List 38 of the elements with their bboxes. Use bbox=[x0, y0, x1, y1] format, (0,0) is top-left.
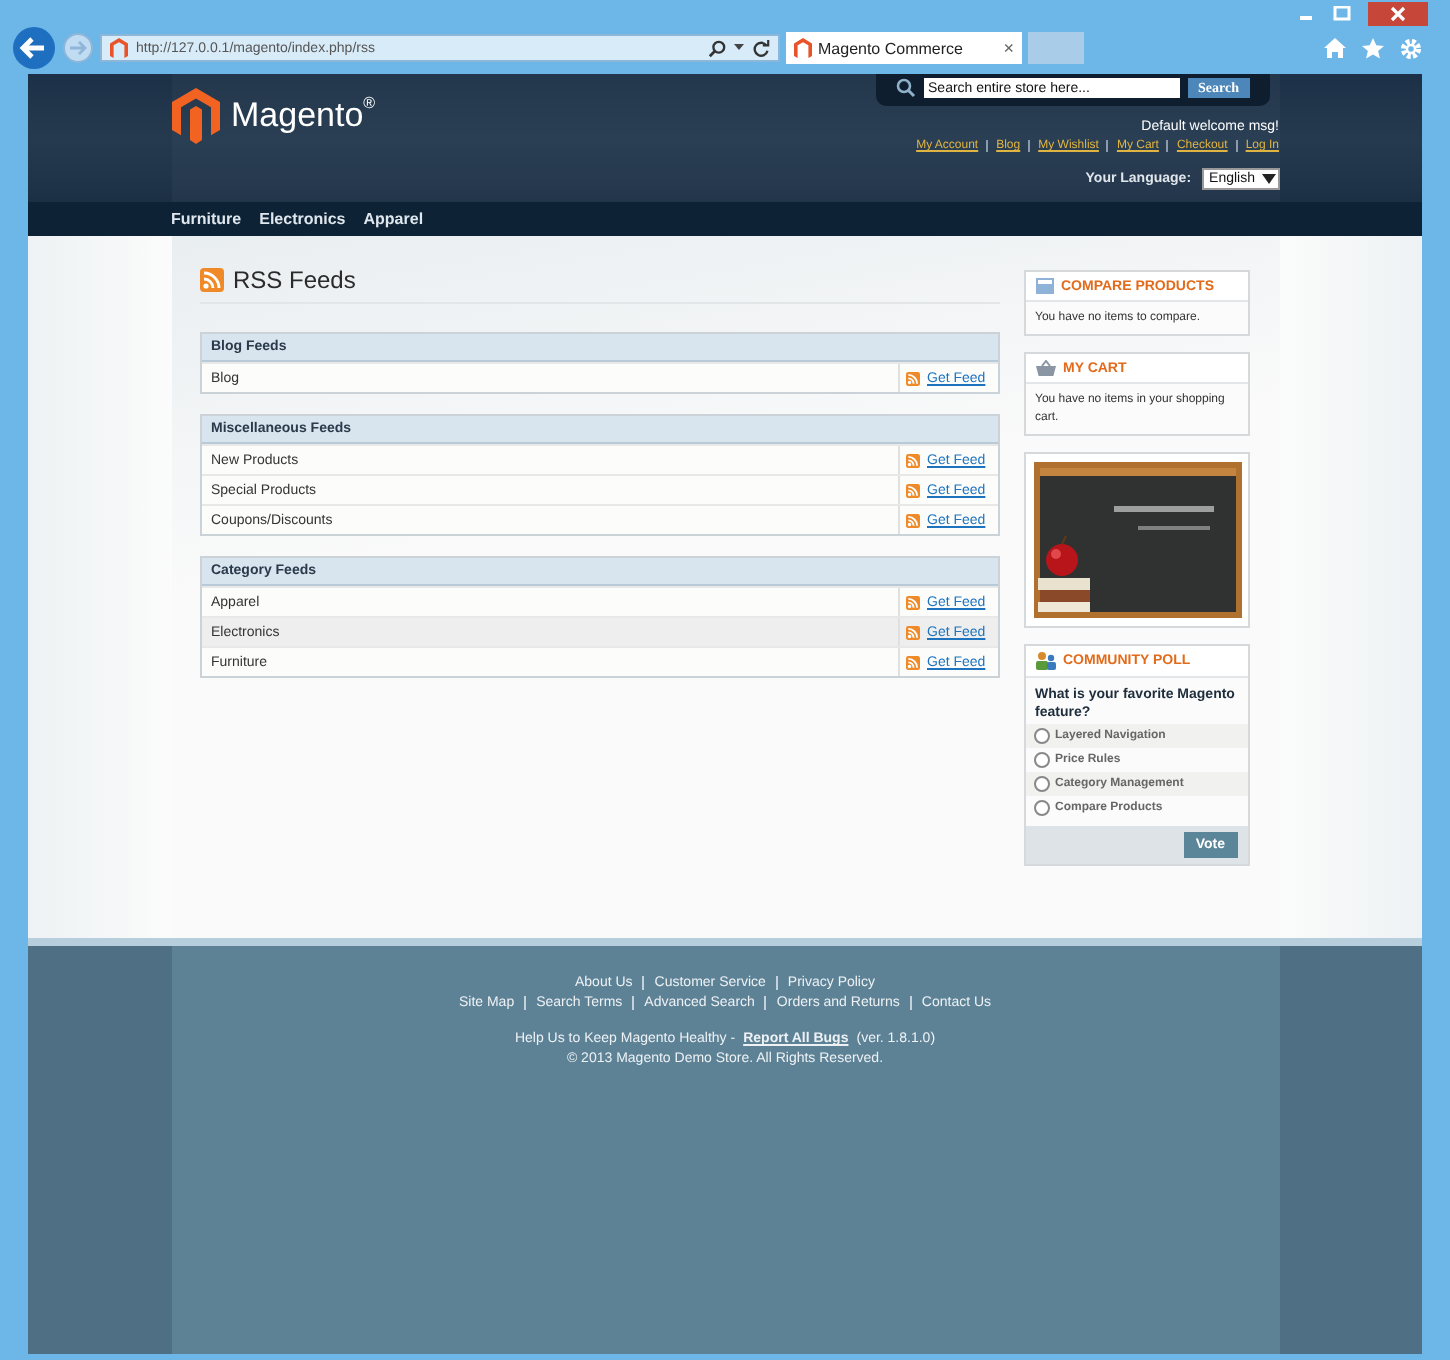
page-title: RSS Feeds bbox=[233, 266, 356, 294]
tab-title: Magento Commerce bbox=[818, 39, 965, 57]
radio-button[interactable] bbox=[1033, 776, 1049, 793]
home-icon[interactable] bbox=[1324, 38, 1346, 58]
rss-icon bbox=[905, 371, 919, 385]
radio-button[interactable] bbox=[1033, 752, 1049, 769]
basket-icon bbox=[1035, 360, 1055, 377]
search-icon bbox=[896, 78, 917, 98]
dropdown-arrow-icon bbox=[1261, 174, 1275, 184]
search-icon[interactable] bbox=[708, 39, 726, 57]
magento-logo-icon bbox=[794, 38, 812, 58]
maximize-icon[interactable] bbox=[1332, 5, 1352, 21]
star-icon[interactable] bbox=[1362, 37, 1384, 59]
radio-button[interactable] bbox=[1033, 728, 1049, 745]
magento-logo-icon bbox=[110, 38, 128, 58]
nav-item[interactable]: Furniture bbox=[171, 210, 242, 228]
rss-icon bbox=[905, 513, 919, 527]
people-icon bbox=[1035, 652, 1055, 671]
close-icon[interactable] bbox=[1368, 1, 1428, 25]
rss-icon bbox=[199, 268, 223, 292]
rss-icon bbox=[905, 453, 919, 467]
rss-icon bbox=[905, 595, 919, 609]
compare-icon bbox=[1035, 278, 1053, 294]
logo-text[interactable]: Magento bbox=[231, 96, 364, 136]
rss-icon bbox=[905, 483, 919, 497]
nav-item[interactable]: Apparel bbox=[363, 210, 424, 228]
dropdown-arrow-icon[interactable] bbox=[734, 44, 744, 52]
back-icon[interactable] bbox=[12, 26, 56, 70]
nav-item[interactable]: Electronics bbox=[259, 210, 346, 228]
refresh-icon[interactable] bbox=[752, 39, 770, 57]
settings-icon[interactable] bbox=[1400, 37, 1422, 59]
rss-icon bbox=[905, 625, 919, 639]
rss-icon bbox=[905, 655, 919, 669]
registered-mark: ® bbox=[363, 94, 376, 112]
magento-logo-icon[interactable] bbox=[171, 88, 219, 144]
browser-tab[interactable]: Magento Commerce × bbox=[786, 32, 1022, 64]
tab-close-button[interactable]: × bbox=[1003, 38, 1014, 58]
radio-button[interactable] bbox=[1033, 800, 1049, 817]
